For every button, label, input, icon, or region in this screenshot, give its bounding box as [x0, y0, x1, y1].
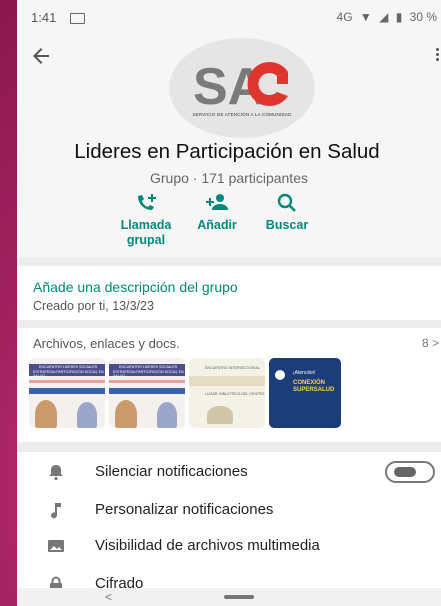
thumb-person [157, 402, 177, 428]
thumb-person [77, 402, 97, 428]
created-info: Creado por ti, 13/3/23 [33, 299, 154, 313]
media-thumb[interactable]: ENCUENTRO LIDERES SOCIALES ESTRATEGIA PA… [109, 358, 185, 428]
thumb-line1: ¡Atención! [293, 370, 316, 376]
sac-logo-icon: SA [193, 58, 288, 112]
media-thumb[interactable]: ¡Atención! CONEXIÓN SUPERSALUD [269, 358, 341, 428]
wifi-icon: ▼ [359, 10, 372, 24]
call-label-line1: Llamada [120, 218, 172, 232]
battery-level: 30 % [409, 10, 437, 24]
media-title[interactable]: Archivos, enlaces y docs. [33, 336, 180, 351]
image-icon [48, 540, 64, 552]
nav-back-icon[interactable]: < [105, 590, 112, 604]
thumb-line2: LUGAR: BIBLIOTECA DEL CENTRO [205, 392, 265, 396]
thumb-line1: ENCUENTRO LIDERES SOCIALES [119, 365, 178, 369]
custom-label: Personalizar notificaciones [95, 501, 274, 518]
status-bar: 1:41 4G ▼ ◢ ▮ 30 % [17, 0, 441, 36]
media-visibility-row[interactable]: Visibilidad de archivos multimedia [17, 528, 441, 564]
search-icon [277, 193, 296, 212]
battery-icon: ▮ [395, 10, 403, 24]
thumb-stripe [109, 388, 185, 394]
music-note-icon [51, 503, 61, 519]
add-description-link[interactable]: Añade una descripción del grupo [33, 279, 238, 295]
media-thumb[interactable]: ENCUENTRO INTERSECTORIAL LUGAR: BIBLIOTE… [189, 358, 265, 428]
section-divider [17, 258, 441, 266]
more-options-icon[interactable] [433, 46, 441, 66]
system-nav-bar: < [17, 588, 441, 606]
bell-icon [49, 465, 63, 481]
thumb-person [115, 400, 137, 428]
custom-notifications-row[interactable]: Personalizar notificaciones [17, 492, 441, 528]
section-divider [17, 442, 441, 452]
media-count[interactable]: 8 > [422, 336, 439, 350]
image-notification-icon [70, 13, 85, 24]
phone-screen: 1:41 4G ▼ ◢ ▮ 30 % SA SERVICIO DE ATENCI… [17, 0, 441, 606]
status-right: 4G ▼ ◢ ▮ 30 % [333, 10, 437, 24]
mute-toggle[interactable] [385, 461, 435, 483]
description-section[interactable]: Añade una descripción del grupo Creado p… [17, 266, 441, 320]
network-label: 4G [336, 10, 353, 24]
toggle-knob [394, 467, 416, 477]
thumb-logo [275, 370, 285, 380]
group-name[interactable]: Lideres en Participación en Salud [17, 140, 437, 164]
status-time: 1:41 [31, 10, 57, 25]
nav-home-pill[interactable] [224, 595, 254, 599]
mute-label: Silenciar notificaciones [95, 463, 248, 480]
group-call-button[interactable]: Llamada grupal [111, 192, 181, 248]
group-subtitle: Grupo · 171 participantes [150, 170, 308, 186]
thumb-person [35, 400, 57, 428]
thumb-line2: ESTRATEGIA PARTICIPACIÓN SOCIAL EN SALUD [113, 370, 184, 378]
media-section: Archivos, enlaces y docs. 8 > ENCUENTRO … [17, 328, 441, 442]
thumb-line1: ENCUENTRO INTERSECTORIAL [205, 366, 260, 370]
thumb-line2: ESTRATEGIA PARTICIPACIÓN SOCIAL EN SALUD [33, 370, 104, 378]
thumb-person [207, 406, 233, 424]
thumb-line2: CONEXIÓN SUPERSALUD [293, 380, 335, 393]
add-label: Añadir [197, 218, 237, 232]
back-arrow-icon[interactable] [29, 44, 53, 68]
settings-list: Silenciar notificaciones Personalizar no… [17, 452, 441, 592]
media-thumb[interactable]: ENCUENTRO LIDERES SOCIALES ESTRATEGIA PA… [29, 358, 105, 428]
group-header: SA SERVICIO DE ATENCIÓN A LA COMUNIDAD L… [17, 36, 441, 258]
group-avatar[interactable]: SA SERVICIO DE ATENCIÓN A LA COMUNIDAD [169, 38, 315, 138]
thumb-stripe [189, 376, 265, 386]
search-button[interactable]: Buscar [257, 192, 317, 233]
thumb-stripe [109, 380, 185, 383]
thumb-stripe [29, 388, 105, 394]
add-participant-button[interactable]: Añadir [183, 192, 251, 233]
add-person-icon [206, 194, 228, 210]
call-label-line2: grupal [126, 233, 166, 247]
signal-icon: ◢ [379, 10, 389, 24]
mute-notifications-row[interactable]: Silenciar notificaciones [17, 454, 441, 490]
section-divider [17, 320, 441, 328]
logo-subtitle: SERVICIO DE ATENCIÓN A LA COMUNIDAD [192, 112, 292, 117]
search-label: Buscar [265, 218, 309, 232]
thumb-line1: ENCUENTRO LIDERES SOCIALES [39, 365, 98, 369]
thumb-stripe [29, 380, 105, 383]
phone-add-icon [138, 194, 156, 210]
media-visibility-label: Visibilidad de archivos multimedia [95, 537, 320, 554]
